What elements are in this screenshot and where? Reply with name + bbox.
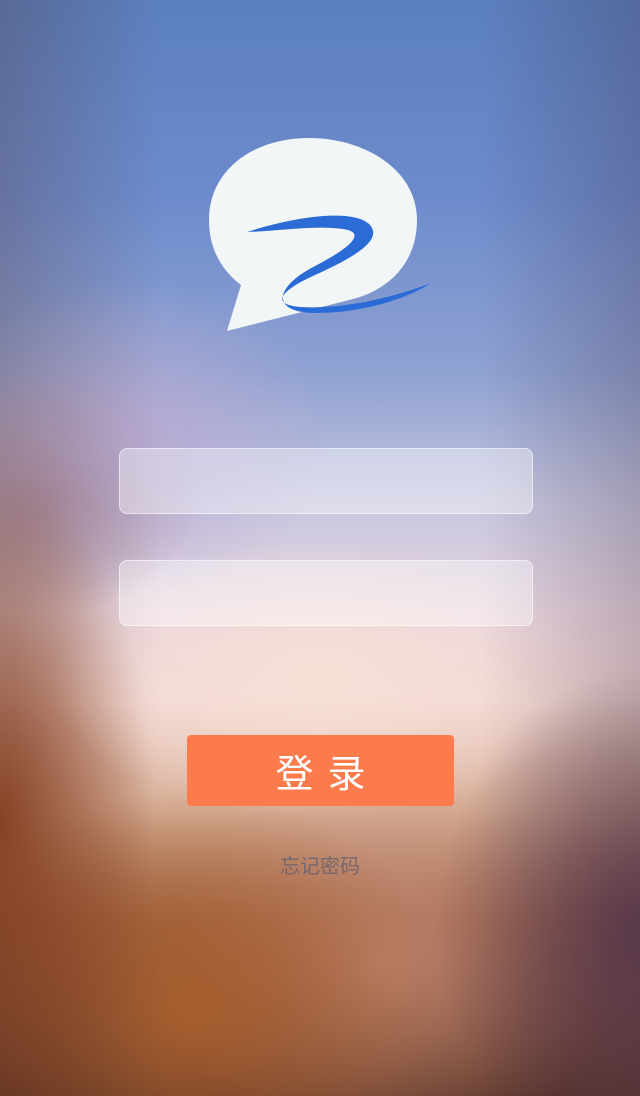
password-field[interactable] [119, 560, 533, 626]
username-field[interactable] [119, 448, 533, 514]
chat-bubble-logo-icon [205, 135, 435, 335]
login-button[interactable]: 登录 [187, 735, 454, 806]
forgot-password-link[interactable]: 忘记密码 [0, 850, 640, 879]
